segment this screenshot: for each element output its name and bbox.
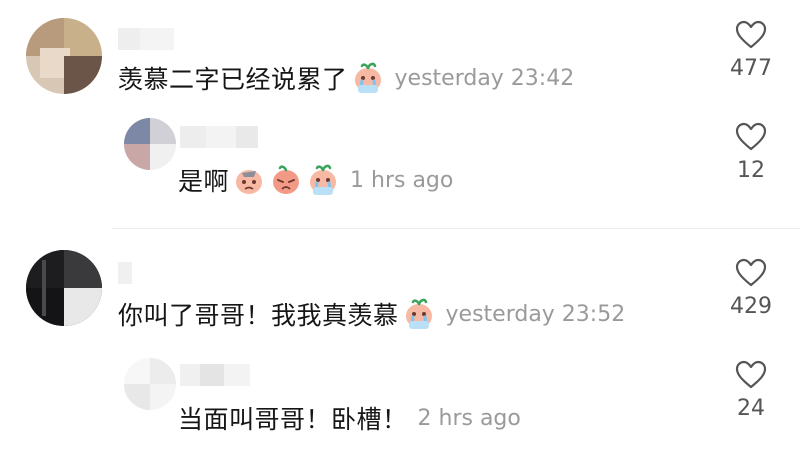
avatar[interactable] [124,118,176,170]
like-count: 477 [730,56,772,81]
comment-body: 羡慕二字已经说累了 yesterday 23:42 [118,60,574,96]
like-button[interactable]: 429 [711,258,791,319]
avatar[interactable] [26,250,102,326]
crying-face-icon [405,298,432,329]
reply-body: 当面叫哥哥！卧槽！ 2 hrs ago [178,400,521,436]
heart-icon [735,360,767,389]
username[interactable] [180,126,258,148]
like-count: 429 [730,294,772,319]
reply-text: 当面叫哥哥！卧槽！ [178,405,408,434]
comment-text: 羡慕二字已经说累了 [118,65,348,94]
comment-text: 你叫了哥哥！我我真羡慕 [118,301,399,330]
like-button[interactable]: 12 [711,122,791,183]
divider [112,228,800,229]
like-button[interactable]: 24 [711,360,791,421]
upset-face-icon [273,165,300,194]
username[interactable] [118,28,174,50]
timestamp: 1 hrs ago [350,167,454,193]
heart-icon [735,122,767,151]
username[interactable] [180,364,250,386]
sad-face-icon [236,170,263,194]
reply-text: 是啊 [178,167,230,196]
reply-body: 是啊 1 hrs ago [178,162,453,198]
timestamp: yesterday 23:42 [394,65,575,91]
like-count: 24 [737,396,765,421]
heart-icon [735,258,767,287]
avatar[interactable] [26,18,102,94]
timestamp: yesterday 23:52 [445,301,626,327]
crying-face-icon [354,62,381,93]
like-button[interactable]: 477 [711,20,791,81]
like-count: 12 [737,158,765,183]
crying-face-icon [310,164,337,195]
comment-body: 你叫了哥哥！我我真羡慕 yesterday 23:52 [118,296,625,332]
heart-icon [735,20,767,49]
username[interactable] [118,262,132,284]
timestamp: 2 hrs ago [417,405,521,431]
avatar[interactable] [124,358,176,410]
